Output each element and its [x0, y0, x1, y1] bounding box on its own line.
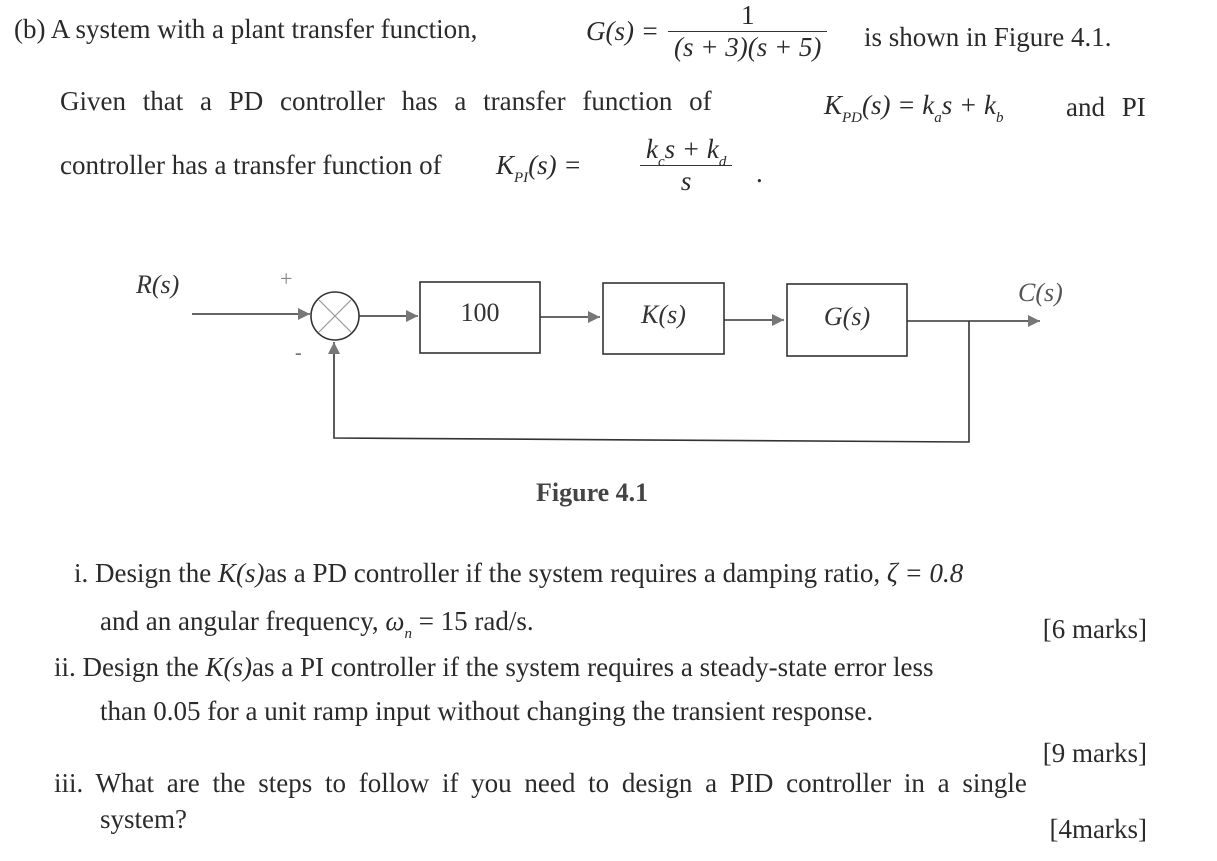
gain-block-label: 100: [460, 298, 500, 327]
omega-sub: n: [404, 626, 412, 642]
plus-sign: +: [280, 266, 293, 291]
text: and an angular frequency,: [100, 606, 379, 636]
output-label: C(s): [1018, 278, 1063, 307]
subquestion-number: ii.: [54, 652, 76, 682]
block-diagram: [192, 281, 1040, 443]
text: as a PD controller if the system require…: [264, 558, 881, 588]
subquestion-i-line2: and an angular frequency, ωn = 15 rad/s.: [100, 606, 534, 642]
input-label: R(s): [136, 270, 180, 299]
text: Design the: [82, 652, 199, 682]
subquestion-ii-line1: ii. Design the K(s)as a PI controller if…: [54, 652, 934, 683]
omega-symbol: ω: [385, 606, 405, 636]
subquestion-i-line1: i. Design the K(s)as a PD controller if …: [74, 558, 963, 589]
figure-caption: Figure 4.1: [536, 478, 649, 507]
text: What are the steps to follow if you need…: [95, 768, 1027, 798]
minus-sign: -: [295, 342, 302, 364]
text: as a PI controller if the system require…: [252, 652, 934, 682]
k-of-s: K(s): [205, 652, 253, 682]
subquestion-ii-line2: than 0.05 for a unit ramp input without …: [100, 696, 874, 726]
marks-i: [6 marks]: [1042, 614, 1147, 644]
plant-block-label: G(s): [823, 302, 871, 331]
marks-iii: [4marks]: [1049, 814, 1147, 844]
subquestion-number: iii.: [54, 768, 84, 798]
frequency-value: = 15 rad/s.: [418, 606, 534, 636]
subquestion-iii-line2: system?: [100, 804, 187, 834]
text: Design the: [95, 558, 212, 588]
marks-ii: [9 marks]: [1042, 738, 1147, 768]
subquestion-number: i.: [74, 558, 89, 588]
feedback-path: [328, 321, 970, 443]
damping-ratio: ζ = 0.8: [886, 558, 964, 588]
controller-block-label: K(s): [641, 300, 686, 329]
k-of-s: K(s): [218, 558, 265, 588]
summing-junction: [310, 291, 360, 341]
subquestion-iii-line1: iii. What are the steps to follow if you…: [54, 768, 1027, 799]
